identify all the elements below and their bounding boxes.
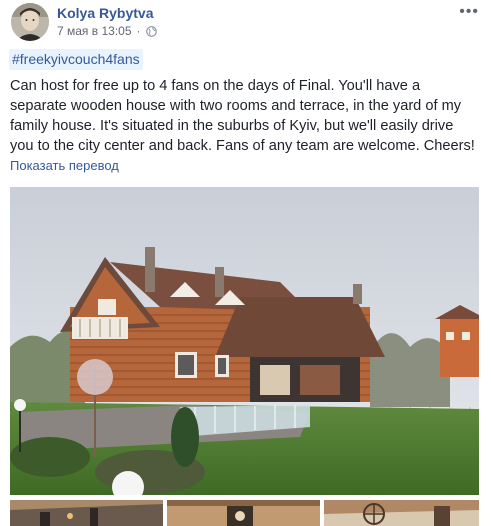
globe-icon[interactable] — [145, 25, 157, 37]
post-text: Can host for free up to 4 fans on the da… — [10, 78, 475, 154]
more-icon[interactable]: ••• — [459, 4, 479, 20]
facebook-post: Kolya Rybytva 7 мая в 13:05 · ••• #freek… — [0, 0, 491, 526]
post-photo-thumbnail[interactable] — [10, 500, 163, 526]
post-photo-thumbnail[interactable] — [324, 500, 479, 526]
avatar[interactable] — [11, 3, 49, 41]
show-translation-link[interactable]: Показать перевод — [10, 158, 119, 173]
post-meta: 7 мая в 13:05 · — [57, 24, 157, 38]
hashtag-link[interactable]: #freekyivcouch4fans — [9, 49, 143, 70]
meta-separator: · — [136, 24, 141, 38]
author-name[interactable]: Kolya Rybytva — [57, 5, 153, 21]
post-photo-house[interactable] — [10, 187, 479, 495]
post-photo-thumbnail[interactable] — [167, 500, 320, 526]
post-date[interactable]: 7 мая в 13:05 — [57, 24, 132, 38]
